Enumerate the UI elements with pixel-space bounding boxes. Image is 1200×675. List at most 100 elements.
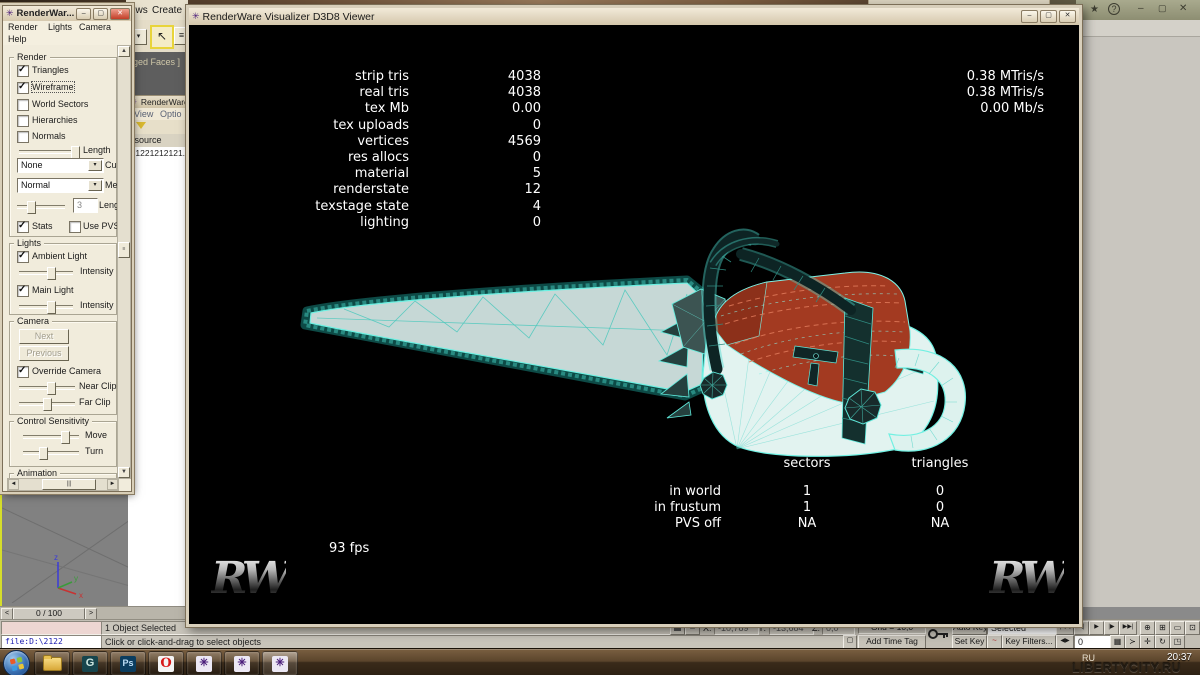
hierarchies-checkbox[interactable]	[17, 115, 29, 127]
main-intensity-slider[interactable]	[19, 305, 73, 309]
max-minimize-button[interactable]: –	[1138, 3, 1144, 14]
taskbar-explorer-button[interactable]	[34, 651, 70, 675]
chainsaw-wireframe-model[interactable]	[289, 206, 989, 481]
current-frame-spinner[interactable]: 0	[1074, 635, 1113, 649]
far-clip-slider[interactable]	[19, 402, 75, 406]
ambient-light-checkbox[interactable]	[17, 251, 29, 263]
near-clip-thumb[interactable]	[47, 382, 56, 395]
hscroll-right-button[interactable]: ►	[107, 479, 118, 490]
resource-list-header[interactable]: Resource	[128, 134, 188, 148]
add-time-tag-button[interactable]: Add Time Tag	[858, 635, 926, 649]
viewer-minimize-button[interactable]: –	[1021, 10, 1038, 23]
menu-render[interactable]: Render	[8, 22, 38, 32]
zoom-extents-all-button[interactable]: ⊡	[1185, 621, 1200, 635]
panel-hscrollbar[interactable]: ◄ ||| ►	[7, 478, 119, 491]
vscroll-up-button[interactable]: ▲	[118, 46, 130, 57]
move-sensitivity-slider[interactable]	[23, 435, 79, 439]
next-frame-button[interactable]: |▶	[1104, 621, 1119, 635]
orbit-button[interactable]: ↻	[1155, 635, 1170, 649]
help-icon[interactable]: ?	[1108, 3, 1120, 15]
start-button[interactable]	[3, 650, 30, 675]
turn-sensitivity-slider[interactable]	[23, 451, 79, 455]
maxscript-mini-listener-pink[interactable]	[1, 621, 102, 635]
set-key-button[interactable]: Set Key	[952, 635, 987, 649]
time-tag-icon-button[interactable]: ▢	[843, 635, 857, 649]
viewer-close-button[interactable]: ✕	[1059, 10, 1076, 23]
zoom-extents-button[interactable]: ▭	[1170, 621, 1185, 635]
max-menu-views[interactable]: ews	[130, 5, 148, 16]
hscroll-left-button[interactable]: ◄	[8, 479, 19, 490]
panel-maximize-button[interactable]: ▢	[93, 8, 108, 20]
use-pvs-checkbox[interactable]	[69, 221, 81, 233]
key-step-button[interactable]: ◀▶	[1056, 635, 1074, 649]
viewport-shading-label[interactable]: dged Faces ]	[128, 57, 180, 67]
panel-minimize-button[interactable]: –	[76, 8, 91, 20]
far-clip-thumb[interactable]	[43, 398, 52, 411]
triangles-checkbox[interactable]	[17, 65, 29, 77]
turn-sensitivity-thumb[interactable]	[39, 447, 48, 460]
camera-next-button[interactable]: Next	[19, 329, 69, 344]
taskbar-g-app-button[interactable]: G	[72, 651, 108, 675]
panel-close-button[interactable]: ✕	[110, 8, 130, 20]
go-to-end-button[interactable]: ▶▶|	[1119, 621, 1137, 635]
command-panel-tabs[interactable]	[1077, 20, 1200, 37]
mesh-length-slider-thumb[interactable]	[27, 201, 36, 214]
max-maximize-button[interactable]: ▢	[1158, 3, 1167, 14]
mesh-length-field[interactable]: 3	[73, 198, 98, 213]
resource-list-item[interactable]: A21221212121.d	[128, 147, 188, 159]
max-menu-create[interactable]: Create	[152, 5, 182, 16]
play-button[interactable]: ▶	[1089, 621, 1104, 635]
taskbar-opera-button[interactable]: O	[148, 651, 184, 675]
fov-button[interactable]: ≻	[1125, 635, 1140, 649]
viewer-maximize-button[interactable]: ▢	[1040, 10, 1057, 23]
toolbar-dropdown-button[interactable]: ▾	[130, 29, 147, 45]
zoom-all-button[interactable]: ⊞	[1155, 621, 1170, 635]
select-tool-button[interactable]: ↖	[150, 25, 174, 49]
culling-dropdown-arrow-icon[interactable]: ▾	[88, 160, 102, 171]
normals-length-slider[interactable]	[19, 150, 77, 154]
ambient-intensity-thumb[interactable]	[47, 267, 56, 280]
max-close-button[interactable]: ✕	[1179, 3, 1187, 14]
normals-checkbox[interactable]	[17, 131, 29, 143]
mesh-length-slider[interactable]	[17, 205, 65, 209]
mesh-dropdown-arrow-icon[interactable]: ▾	[88, 180, 102, 191]
hscroll-thumb[interactable]: |||	[42, 479, 96, 490]
resource-list-body[interactable]	[128, 159, 188, 615]
culling-dropdown[interactable]: None ▾	[17, 158, 104, 173]
taskbar-rw-viewer-button-1[interactable]: ✳	[186, 651, 222, 675]
vscroll-down-button[interactable]: ▼	[118, 467, 130, 478]
world-sectors-checkbox[interactable]	[17, 99, 29, 111]
main-light-checkbox[interactable]	[17, 285, 29, 297]
resource-menu-options[interactable]: Optio	[160, 109, 182, 119]
stats-checkbox[interactable]	[17, 221, 29, 233]
main-intensity-thumb[interactable]	[47, 301, 56, 314]
move-sensitivity-thumb[interactable]	[61, 431, 70, 444]
camera-previous-button[interactable]: Previous	[19, 346, 69, 361]
max-perspective-viewport[interactable]: z x y	[0, 490, 132, 609]
ambient-intensity-slider[interactable]	[19, 271, 73, 275]
grid-snap-button[interactable]: ▦	[1110, 635, 1125, 649]
resource-menu-view[interactable]: View	[134, 109, 153, 119]
taskbar-photoshop-button[interactable]: Ps	[110, 651, 146, 675]
vscroll-thumb[interactable]: ≡	[118, 242, 130, 258]
panel-vscrollbar[interactable]: ▲ ≡ ▼	[117, 45, 131, 479]
viewer-viewport[interactable]: strip tris4038 real tris4038 tex Mb0.00 …	[189, 25, 1079, 624]
menu-help[interactable]: Help	[8, 34, 27, 44]
override-camera-checkbox[interactable]	[17, 366, 29, 378]
menu-lights[interactable]: Lights	[48, 22, 72, 32]
favorites-star-icon[interactable]: ★	[1090, 4, 1099, 15]
maxscript-listener-line[interactable]: file:D:\2122	[1, 635, 102, 649]
filter-funnel-icon[interactable]	[136, 122, 146, 129]
zoom-tool-button[interactable]: ⊕	[1140, 621, 1155, 635]
taskbar-rw-viewer-button-3[interactable]: ✳	[262, 651, 298, 675]
panel-titlebar[interactable]: ✳ RenderWar... – ▢ ✕	[3, 6, 131, 22]
menu-camera[interactable]: Camera	[79, 22, 111, 32]
mesh-dropdown[interactable]: Normal ▾	[17, 178, 104, 193]
wireframe-checkbox[interactable]	[17, 82, 29, 94]
viewer-titlebar[interactable]: ✳ RenderWare Visualizer D3D8 Viewer – ▢ …	[189, 8, 1079, 26]
pan-button[interactable]: ✛	[1140, 635, 1155, 649]
near-clip-slider[interactable]	[19, 386, 75, 390]
taskbar-rw-viewer-button-2[interactable]: ✳	[224, 651, 260, 675]
key-mode-toggle[interactable]: ~	[987, 635, 1002, 649]
resource-window-titlebar[interactable]: ✳ RenderWare Vis	[128, 96, 188, 108]
